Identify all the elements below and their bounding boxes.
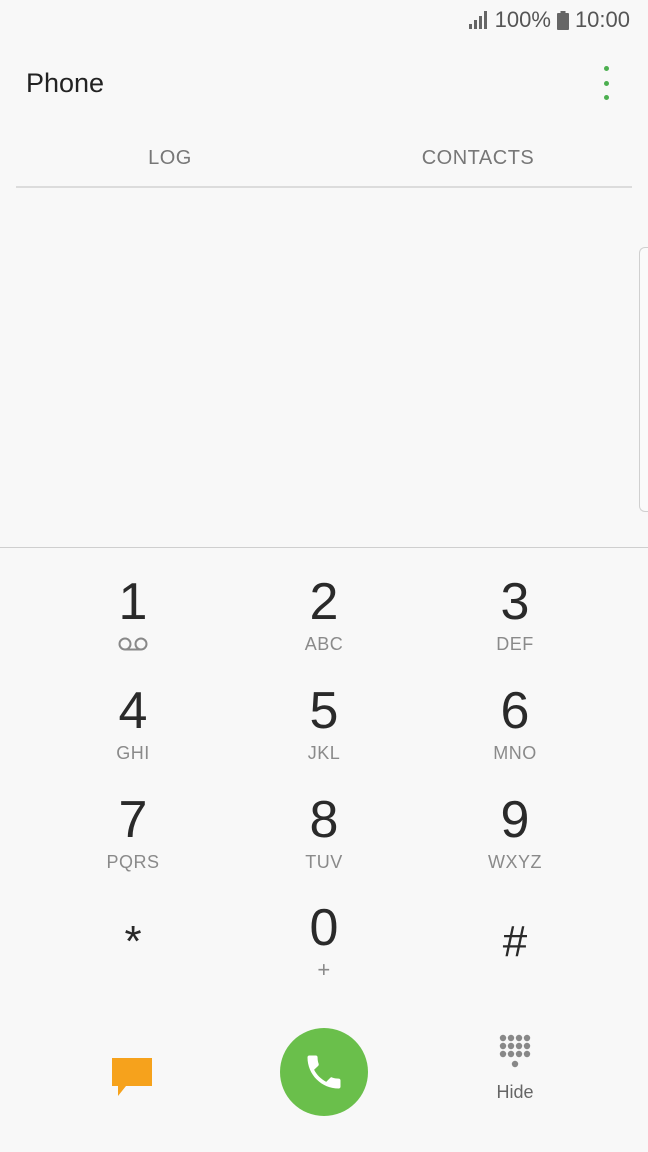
hide-label: Hide (496, 1082, 534, 1102)
signal-icon (468, 11, 487, 29)
status-bar: 100% 10:00 (0, 0, 648, 40)
key-digit: * (124, 917, 142, 966)
key-letters: MNO (493, 743, 537, 763)
key-digit: 8 (309, 791, 339, 849)
more-vertical-icon[interactable] (594, 66, 618, 100)
clock: 10:00 (574, 7, 630, 32)
tab-bar: LOG CONTACTS (16, 130, 632, 188)
key-digit: 6 (500, 682, 530, 740)
key-0[interactable]: 0 + (224, 898, 424, 1003)
key-digit: 0 (309, 899, 339, 957)
key-letters: DEF (496, 634, 534, 654)
tab-log[interactable]: LOG (16, 130, 324, 186)
app-bar: Phone (0, 50, 648, 116)
key-7[interactable]: 7 PQRS (33, 790, 233, 895)
dialpad-icon (499, 1034, 531, 1068)
content-area (0, 190, 648, 546)
dialer-actions: Hide (0, 1010, 648, 1140)
key-digit: # (502, 917, 528, 966)
key-hash[interactable]: # (415, 912, 615, 1017)
key-letters: PQRS (106, 852, 160, 872)
key-letters: ABC (304, 634, 344, 654)
page-title: Phone (26, 67, 105, 98)
divider (0, 547, 648, 548)
key-2[interactable]: 2 ABC (224, 572, 424, 677)
key-1[interactable]: 1 (33, 572, 233, 677)
key-digit: 1 (118, 573, 148, 631)
key-letters: WXYZ (488, 852, 542, 872)
edge-panel-handle[interactable] (639, 247, 648, 512)
key-star[interactable]: * (33, 912, 233, 1017)
tab-contacts[interactable]: CONTACTS (324, 130, 632, 186)
battery-icon (556, 10, 569, 30)
key-9[interactable]: 9 WXYZ (415, 790, 615, 895)
key-digit: 9 (500, 791, 530, 849)
message-icon (112, 1058, 152, 1096)
key-letters: JKL (307, 743, 341, 763)
key-6[interactable]: 6 MNO (415, 681, 615, 786)
key-digit: 4 (118, 682, 148, 740)
key-4[interactable]: 4 GHI (33, 681, 233, 786)
key-5[interactable]: 5 JKL (224, 681, 424, 786)
key-letters: GHI (116, 743, 150, 763)
call-button[interactable] (280, 1028, 368, 1116)
dial-keypad: 1 2 ABC 3 DEF 4 GHI 5 JKL 6 MNO 7 PQRS 8… (0, 560, 648, 1000)
hide-keypad-button[interactable]: Hide (465, 1034, 565, 1124)
key-letters: TUV (305, 852, 343, 872)
phone-icon (307, 1055, 341, 1089)
key-digit: 3 (500, 573, 530, 631)
key-8[interactable]: 8 TUV (224, 790, 424, 895)
voicemail-icon (118, 637, 148, 651)
key-digit: 7 (118, 791, 148, 849)
key-letters: + (317, 957, 331, 982)
message-button[interactable] (104, 1052, 160, 1102)
key-digit: 5 (309, 682, 339, 740)
key-digit: 2 (309, 573, 339, 631)
battery-percent: 100% (494, 7, 551, 32)
key-3[interactable]: 3 DEF (415, 572, 615, 677)
